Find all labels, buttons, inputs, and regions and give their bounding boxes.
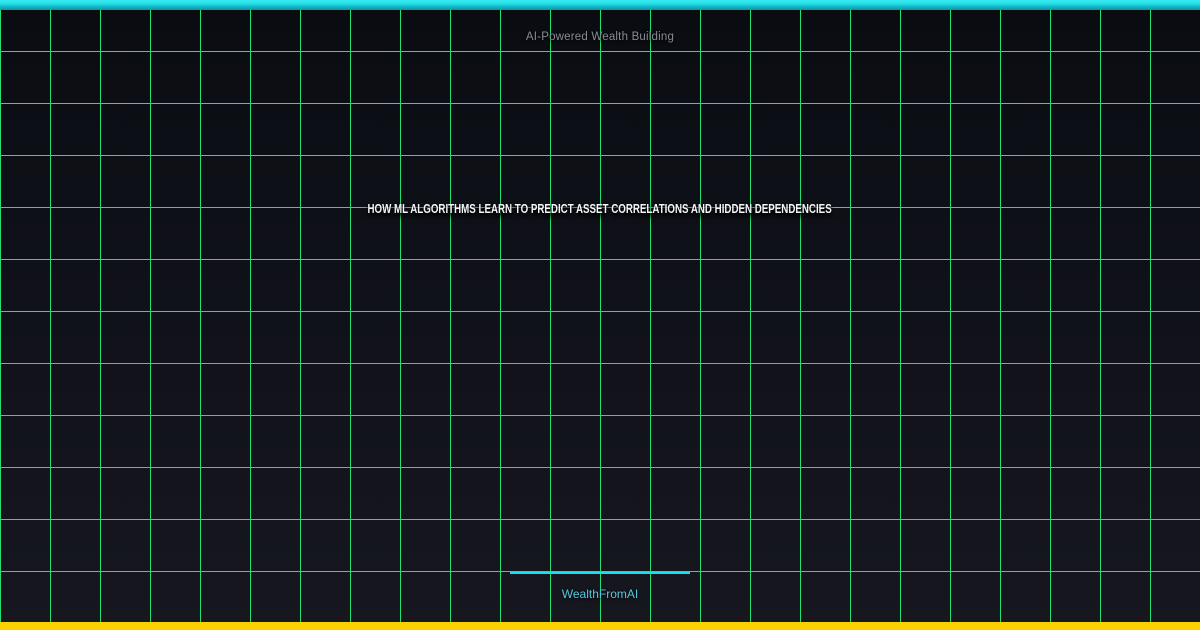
title-container: HOW ML ALGORITHMS LEARN TO PREDICT ASSET… <box>0 200 1200 218</box>
page-title: HOW ML ALGORITHMS LEARN TO PREDICT ASSET… <box>367 202 833 216</box>
top-accent-bar <box>0 0 1200 10</box>
brand-divider-line <box>510 572 690 574</box>
kicker-tagline: AI-Powered Wealth Building <box>525 31 675 43</box>
social-card: AI-Powered Wealth Building HOW ML ALGORI… <box>0 0 1200 630</box>
grid-background <box>0 0 1200 630</box>
bottom-accent-bar <box>0 622 1200 630</box>
brand-name: WealthFromAI <box>561 587 639 601</box>
